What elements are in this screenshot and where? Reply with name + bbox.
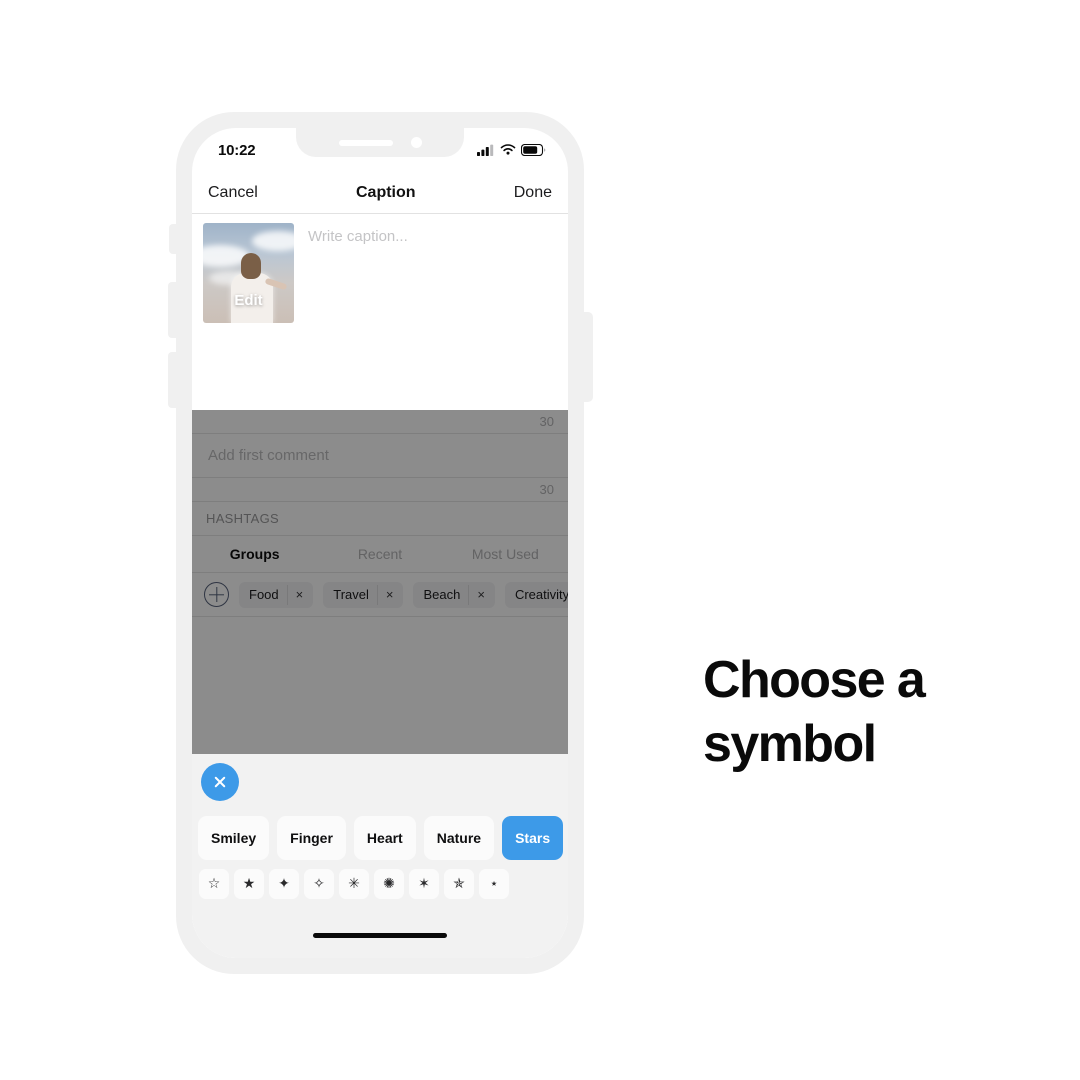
- plus-circle-icon[interactable]: [204, 582, 229, 607]
- hashtag-chip-label: Travel: [333, 587, 369, 602]
- close-icon[interactable]: [201, 763, 239, 801]
- comment-input-row[interactable]: [192, 434, 568, 478]
- symbol-category-heart[interactable]: Heart: [353, 816, 416, 860]
- symbol-category-smiley[interactable]: Smiley: [198, 816, 270, 860]
- side-heading: Choose a symbol: [703, 651, 926, 773]
- cloud-shape: [252, 231, 294, 251]
- hashtag-chip-label: Food: [249, 587, 279, 602]
- phone-device-frame: 30 30 HASHTAGS Groups Recent Most Used F…: [168, 112, 593, 974]
- symbol-sixteen-pointed-asterisk[interactable]: ✺: [374, 869, 404, 899]
- hashtag-chip-list[interactable]: Food × Travel × Beach × Creativity ×: [192, 573, 568, 617]
- mute-switch[interactable]: [169, 224, 176, 254]
- earpiece-speaker: [338, 139, 393, 146]
- hashtags-section-header: HASHTAGS: [192, 502, 568, 536]
- comment-char-counter-row: 30: [192, 478, 568, 502]
- hashtag-chip-label: Beach: [423, 587, 461, 602]
- caption-char-counter: 30: [539, 414, 554, 429]
- battery-icon: [521, 144, 546, 156]
- hashtag-chip-label: Creativity: [514, 587, 568, 602]
- hashtag-chip-remove-icon[interactable]: ×: [286, 584, 312, 605]
- wifi-icon: [500, 144, 516, 155]
- person-hair: [241, 253, 261, 279]
- symbol-glyph-row[interactable]: ☆ ★ ✦ ✧ ✳ ✺ ✶ ✯ ⋆: [192, 866, 568, 902]
- hashtag-chip[interactable]: Creativity ×: [504, 581, 568, 608]
- phone-screen: 30 30 HASHTAGS Groups Recent Most Used F…: [192, 128, 568, 958]
- symbol-small-star-operator[interactable]: ⋆: [479, 869, 509, 899]
- comment-input[interactable]: [206, 446, 554, 465]
- symbol-eight-spoked-asterisk[interactable]: ✳: [339, 869, 369, 899]
- hashtag-chip-remove-icon[interactable]: ×: [376, 584, 402, 605]
- front-camera-icon: [410, 137, 422, 148]
- volume-up-button[interactable]: [168, 282, 176, 338]
- caption-char-counter-row: 30: [192, 410, 568, 434]
- tab-groups[interactable]: Groups: [192, 546, 317, 562]
- hashtag-chip[interactable]: Food ×: [239, 581, 314, 608]
- home-indicator[interactable]: [313, 933, 447, 938]
- symbol-star-filled[interactable]: ★: [234, 869, 264, 899]
- comment-char-counter: 30: [539, 482, 554, 497]
- caption-input[interactable]: [294, 223, 557, 245]
- caption-editor-section: Edit: [192, 214, 568, 326]
- hashtag-chip[interactable]: Beach ×: [413, 581, 495, 608]
- power-button[interactable]: [584, 312, 593, 402]
- symbol-star-outline[interactable]: ☆: [199, 869, 229, 899]
- device-notch: [296, 128, 464, 157]
- done-button[interactable]: Done: [510, 182, 556, 204]
- tab-recent[interactable]: Recent: [317, 546, 442, 562]
- hashtag-chip[interactable]: Travel ×: [323, 581, 404, 608]
- cellular-signal-icon: [477, 144, 494, 156]
- status-bar-clock: 10:22: [218, 141, 256, 159]
- symbol-picker-sheet: Smiley Finger Heart Nature Stars Bullets…: [192, 754, 568, 958]
- symbol-category-nature[interactable]: Nature: [423, 816, 495, 860]
- volume-down-button[interactable]: [168, 352, 176, 408]
- status-bar-icons: [477, 144, 546, 156]
- symbol-four-pointed-star-outline[interactable]: ✧: [304, 869, 334, 899]
- tab-most-used[interactable]: Most Used: [443, 546, 568, 562]
- hashtag-chip-remove-icon[interactable]: ×: [468, 584, 493, 605]
- cancel-button[interactable]: Cancel: [204, 182, 262, 204]
- symbol-category-row[interactable]: Smiley Finger Heart Nature Stars Bullets: [192, 815, 568, 861]
- symbol-four-pointed-star-filled[interactable]: ✦: [269, 869, 299, 899]
- symbol-pinwheel-star[interactable]: ✯: [444, 869, 474, 899]
- hashtags-section-label: HASHTAGS: [206, 511, 279, 526]
- photo-thumbnail[interactable]: Edit: [203, 223, 294, 323]
- symbol-six-pointed-black-star[interactable]: ✶: [409, 869, 439, 899]
- hashtag-tabs[interactable]: Groups Recent Most Used: [192, 536, 568, 573]
- symbol-category-finger[interactable]: Finger: [277, 816, 346, 860]
- symbol-category-stars[interactable]: Stars: [502, 816, 564, 860]
- page-title: Caption: [356, 183, 416, 201]
- navigation-bar: Cancel Caption Done: [192, 172, 568, 214]
